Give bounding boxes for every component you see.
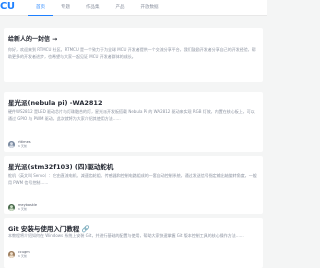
article-desc: 舵机（英文叫 Servo）：它由直流电机、减速齿轮组、传感器和控制电路组成的一套… [8, 173, 257, 185]
author-meta: meybaskle 6 天前 [18, 203, 37, 211]
avatar [8, 250, 15, 258]
article-title[interactable]: 星光派(nebula pi) -WA2812 [8, 97, 102, 107]
author-info[interactable]: ccugm 6 天前 [8, 250, 30, 258]
article-desc: 本教程将介绍如何在 Windows 系统上安装 Git，并进行基础的配置与使用，… [8, 233, 244, 238]
article-title[interactable]: 给新人的一封信 → [8, 34, 57, 43]
nav-item-portfolio[interactable]: 作品集 [78, 0, 108, 16]
article-desc: 硬件WS2812 是LED 驱动芯片与灯珠融合的灯，星光派开发板搭载 Nebul… [8, 109, 255, 121]
avatar [8, 203, 15, 211]
nav-item-products[interactable]: 产品 [108, 0, 133, 16]
nav-item-open-data[interactable]: 开放数据 [133, 0, 167, 16]
nav-item-home[interactable]: 首页 [28, 0, 53, 16]
article-card-welcome[interactable]: 给新人的一封信 → 你好，欢迎来到 RTMCU 社区。RTMCU 是一个致力于为… [4, 28, 263, 82]
author-info[interactable]: rttimes 6 天前 [8, 140, 31, 148]
article-card-nebula[interactable]: 星光派(nebula pi) -WA2812 硬件WS2812 是LED 驱动芯… [4, 92, 263, 152]
avatar [8, 140, 15, 148]
article-card-git[interactable]: Git 安装与使用入门教程 🔗 本教程将介绍如何在 Windows 系统上安装 … [4, 218, 263, 268]
site-logo[interactable]: CU [0, 1, 15, 12]
top-nav-bar: CU 首页 专题 作品集 产品 开放数据 [0, 0, 267, 16]
post-time: 6 天前 [18, 207, 27, 211]
article-title[interactable]: 星光派(stm32f103) (四)驱动舵机 [8, 161, 113, 171]
author-meta: ccugm 6 天前 [18, 250, 30, 258]
nav-item-topics[interactable]: 专题 [53, 0, 78, 16]
article-desc: 你好，欢迎来到 RTMCU 社区。RTMCU 是一个致力于为全球 MCU 开发者… [8, 47, 256, 59]
main-nav: 首页 专题 作品集 产品 开放数据 [28, 0, 167, 16]
author-meta: rttimes 6 天前 [18, 140, 31, 148]
author-info[interactable]: meybaskle 6 天前 [8, 203, 37, 211]
post-time: 6 天前 [18, 144, 27, 148]
post-time: 6 天前 [18, 254, 27, 258]
article-card-servo[interactable]: 星光派(stm32f103) (四)驱动舵机 舵机（英文叫 Servo）：它由直… [4, 156, 263, 214]
